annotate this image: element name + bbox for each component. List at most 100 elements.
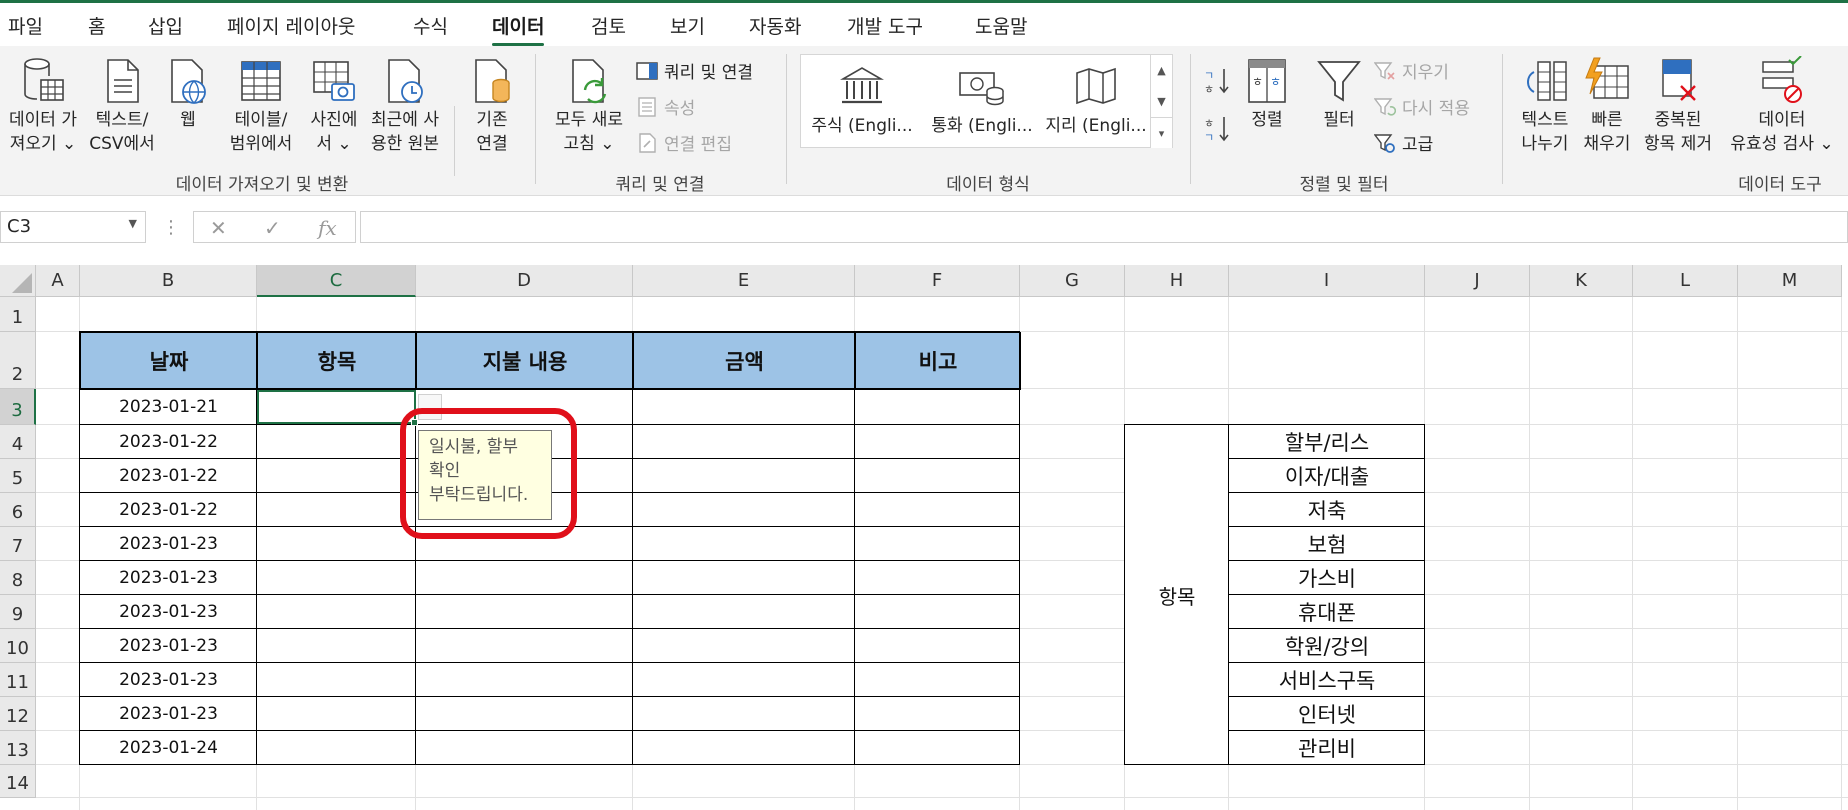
formula-bar-grip-icon[interactable]: ⋮ [162,217,180,238]
category-item-cell[interactable]: 휴대폰 [1229,595,1425,629]
column-header-k[interactable]: K [1530,265,1633,297]
cancel-icon[interactable]: ✕ [210,216,227,240]
edit-links-button[interactable]: 연결 편집 [636,130,732,155]
tab-home[interactable]: 홈 [88,12,105,39]
clear-filter-button[interactable]: 지우기 [1374,58,1449,83]
column-header-c[interactable]: C [257,265,416,297]
column-header-d[interactable]: D [416,265,633,297]
tab-formulas[interactable]: 수식 [413,12,448,39]
reapply-filter-button[interactable]: 다시 적용 [1374,94,1470,119]
column-header-j[interactable]: J [1425,265,1530,297]
column-header-b[interactable]: B [80,265,257,297]
select-all-corner[interactable] [0,265,36,297]
column-header-l[interactable]: L [1633,265,1738,297]
category-label-merged-cell[interactable]: 항목 [1125,425,1229,765]
date-cell[interactable]: 2023-01-21 [80,389,257,425]
row-header-5[interactable]: 5 [0,459,36,493]
table-header-cell[interactable]: 날짜 [80,332,258,390]
date-cell[interactable]: 2023-01-23 [80,663,257,697]
row-header-10[interactable]: 10 [0,629,36,663]
column-header-e[interactable]: E [633,265,855,297]
row-header-13[interactable]: 13 [0,731,36,765]
tab-automate[interactable]: 자동화 [749,12,801,39]
row-header-1[interactable]: 1 [0,297,36,332]
gallery-scroll-up[interactable]: ▲ [1150,55,1172,86]
from-web-button[interactable]: 웹 [162,56,214,132]
category-item-cell[interactable]: 이자/대출 [1229,459,1425,493]
date-cell[interactable]: 2023-01-22 [80,425,257,459]
gallery-scroll-down[interactable]: ▼ [1150,86,1172,117]
row-header-3[interactable]: 3 [0,389,36,425]
tab-developer[interactable]: 개발 도구 [847,12,923,39]
column-header-g[interactable]: G [1020,265,1125,297]
table-header-cell[interactable]: 지불 내용 [416,332,634,390]
date-cell[interactable]: 2023-01-22 [80,459,257,493]
stocks-data-type[interactable]: 주식 (Engli... [803,59,921,136]
category-item-cell[interactable]: 가스비 [1229,561,1425,595]
properties-button[interactable]: 속성 [636,94,695,119]
row-header-4[interactable]: 4 [0,425,36,459]
text-csv-button[interactable]: 텍스트/ CSV에서 [86,56,158,156]
advanced-filter-button[interactable]: 고급 [1374,130,1433,155]
from-table-button[interactable]: 테이블/ 범위에서 [220,56,302,156]
category-item-cell[interactable]: 저축 [1229,493,1425,527]
from-picture-button[interactable]: 사진에 서 ⌄ [302,56,366,156]
tab-page-layout[interactable]: 페이지 레이아웃 [227,12,355,39]
row-header-14[interactable]: 14 [0,765,36,798]
column-header-i[interactable]: I [1229,265,1425,297]
fill-handle[interactable] [411,419,418,426]
date-cell[interactable]: 2023-01-23 [80,629,257,663]
enter-icon[interactable]: ✓ [264,216,281,240]
sort-button[interactable]: ㅎㅎ 정렬 [1238,56,1296,132]
get-data-button[interactable]: 데이터 가 져오기 ⌄ [2,56,84,156]
insert-function-icon[interactable]: fx [318,216,337,240]
table-header-cell[interactable]: 금액 [633,332,856,390]
date-cell[interactable]: 2023-01-23 [80,561,257,595]
tab-file[interactable]: 파일 [8,12,43,39]
existing-connections-button[interactable]: 기존 연결 [462,56,522,156]
date-cell[interactable]: 2023-01-23 [80,697,257,731]
row-header-12[interactable]: 12 [0,697,36,731]
date-cell[interactable]: 2023-01-23 [80,527,257,561]
category-item-cell[interactable]: 할부/리스 [1229,425,1425,459]
tab-help[interactable]: 도움말 [975,12,1027,39]
text-to-columns-button[interactable]: 텍스트 나누기 [1512,56,1578,156]
category-item-cell[interactable]: 보험 [1229,527,1425,561]
category-item-cell[interactable]: 인터넷 [1229,697,1425,731]
category-item-cell[interactable]: 학원/강의 [1229,629,1425,663]
tab-review[interactable]: 검토 [591,12,626,39]
row-header-9[interactable]: 9 [0,595,36,629]
cell-dropdown-button[interactable] [418,394,442,420]
gallery-more[interactable]: ▾ [1150,117,1172,148]
remove-duplicates-button[interactable]: 중복된 항목 제거 [1636,56,1720,156]
name-box[interactable]: C3 ▼ [0,211,146,243]
row-header-8[interactable]: 8 [0,561,36,595]
table-header-cell[interactable]: 비고 [855,332,1021,390]
flash-fill-button[interactable]: 빠른 채우기 [1580,56,1634,156]
row-header-6[interactable]: 6 [0,493,36,527]
row-header-7[interactable]: 7 [0,527,36,561]
refresh-all-button[interactable]: 모두 새로 고침 ⌄ [548,56,630,156]
row-header-11[interactable]: 11 [0,663,36,697]
column-header-f[interactable]: F [855,265,1020,297]
date-cell[interactable]: 2023-01-24 [80,731,257,765]
currencies-data-type[interactable]: 통화 (Engli... [923,59,1041,136]
date-cell[interactable]: 2023-01-22 [80,493,257,527]
formula-input[interactable] [360,211,1848,243]
column-header-a[interactable]: A [36,265,80,297]
category-item-cell[interactable]: 서비스구독 [1229,663,1425,697]
column-header-h[interactable]: H [1125,265,1229,297]
table-header-cell[interactable]: 항목 [257,332,417,390]
data-validation-button[interactable]: 데이터 유효성 검사 ⌄ [1722,56,1842,156]
recent-sources-button[interactable]: 최근에 사 용한 원본 [364,56,446,156]
queries-connections-button[interactable]: 쿼리 및 연결 [636,58,753,83]
row-header-2[interactable]: 2 [0,332,36,389]
sort-a-z-button[interactable]: ㄱㅎ [1204,66,1230,96]
sort-z-a-button[interactable]: ㅎㄱ [1204,114,1230,144]
filter-button[interactable]: 필터 [1310,56,1368,132]
tab-view[interactable]: 보기 [670,12,705,39]
tab-data[interactable]: 데이터 [492,12,545,46]
category-item-cell[interactable]: 관리비 [1229,731,1425,765]
date-cell[interactable]: 2023-01-23 [80,595,257,629]
tab-insert[interactable]: 삽입 [148,12,183,39]
